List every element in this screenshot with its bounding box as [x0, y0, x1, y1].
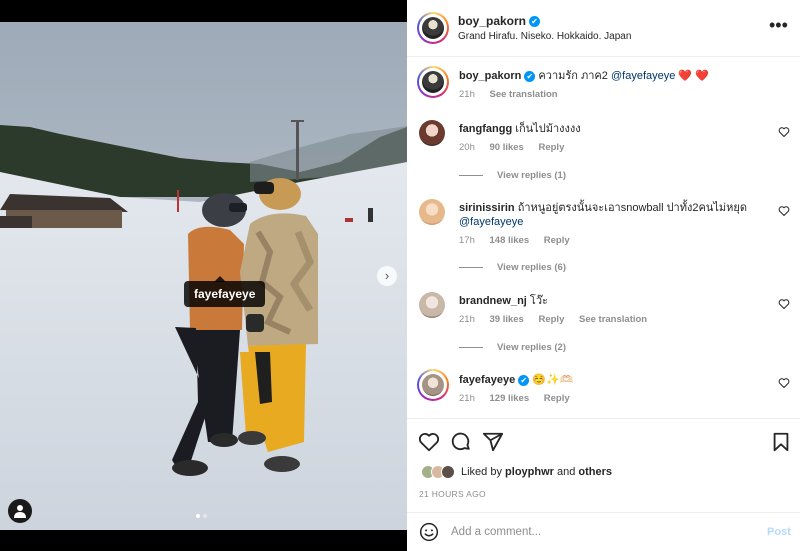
- comment-text: โว๊ะ: [529, 295, 548, 307]
- comments-list[interactable]: boy_pakorn ✔ ความรัก ภาค2 @fayefayeye ❤️ …: [407, 58, 800, 418]
- heart-icon[interactable]: [778, 377, 790, 389]
- post-header: boy_pakorn ✔ Grand Hirafu. Niseko. Hokkai…: [407, 0, 800, 57]
- heart-icon[interactable]: [418, 431, 440, 453]
- view-replies-button[interactable]: View replies (1): [459, 170, 566, 181]
- verified-icon: ✔: [524, 70, 536, 82]
- verified-icon: ✔: [518, 374, 530, 386]
- post-timestamp[interactable]: 21 HOURS AGO: [419, 489, 486, 499]
- view-replies-button[interactable]: View replies (2): [459, 342, 566, 353]
- comment-username[interactable]: fayefayeye: [459, 374, 515, 386]
- more-icon[interactable]: •••: [769, 16, 788, 34]
- post-location[interactable]: Grand Hirafu. Niseko. Hokkaido. Japan: [458, 31, 631, 42]
- caption-time[interactable]: 21h: [459, 89, 475, 100]
- caption-mention[interactable]: @fayefayeye: [611, 70, 675, 82]
- reply-button[interactable]: Reply: [544, 393, 570, 404]
- post-media: fayefayeye ›: [0, 0, 407, 551]
- author-username-text[interactable]: boy_pakorn: [458, 14, 526, 28]
- comment-time[interactable]: 21h: [459, 393, 475, 404]
- comment-mention[interactable]: @fayefayeye: [459, 216, 523, 228]
- post-side-panel: boy_pakorn ✔ Grand Hirafu. Niseko. Hokkai…: [407, 0, 800, 551]
- share-icon[interactable]: [482, 431, 504, 453]
- next-media-button[interactable]: ›: [377, 266, 397, 286]
- heart-icon[interactable]: [778, 126, 790, 138]
- reply-button[interactable]: Reply: [544, 235, 570, 246]
- liked-and-label: and: [557, 466, 576, 478]
- comment-avatar[interactable]: [419, 120, 445, 146]
- comment-see-translation[interactable]: See translation: [579, 314, 647, 325]
- reply-button[interactable]: Reply: [538, 314, 564, 325]
- comment-avatar[interactable]: [417, 369, 449, 401]
- view-replies-button[interactable]: View replies (6): [459, 262, 566, 273]
- comment-likes[interactable]: 148 likes: [490, 235, 530, 246]
- bookmark-icon[interactable]: [770, 431, 792, 453]
- carousel-dot: [203, 514, 207, 518]
- user-tag-label[interactable]: fayefayeye: [184, 276, 266, 307]
- comment-text: ถ้าหนูอยู่ตรงนั้นจะเอาsnowball ปาทั้ง2คน…: [517, 202, 747, 214]
- chevron-right-icon: ›: [384, 268, 390, 283]
- likes-summary[interactable]: Liked by ployphwr and others: [421, 463, 612, 481]
- comment-icon[interactable]: [450, 431, 472, 453]
- liker-avatar: [441, 465, 455, 479]
- carousel-indicator: [196, 514, 207, 518]
- reply-button[interactable]: Reply: [538, 142, 564, 153]
- author-avatar[interactable]: [417, 12, 449, 44]
- caption-hearts: ❤️ ❤️: [678, 70, 709, 82]
- verified-icon: ✔: [529, 16, 541, 28]
- heart-icon[interactable]: [778, 205, 790, 217]
- carousel-dot-active: [196, 514, 200, 518]
- comment-time[interactable]: 17h: [459, 235, 475, 246]
- heart-icon[interactable]: [778, 298, 790, 310]
- user-tag-icon: [14, 505, 26, 518]
- comment-username[interactable]: brandnew_nj: [459, 295, 527, 307]
- comment-username[interactable]: sirinissirin: [459, 202, 515, 214]
- caption-avatar[interactable]: [417, 66, 449, 98]
- comment-avatar[interactable]: [419, 199, 445, 225]
- caption-username[interactable]: boy_pakorn: [459, 70, 521, 82]
- comment-username[interactable]: fangfangg: [459, 123, 512, 135]
- add-comment-bar: Post: [407, 512, 800, 551]
- liked-by-label: Liked by: [461, 466, 502, 478]
- user-tags-button[interactable]: [8, 499, 32, 523]
- comment-avatar[interactable]: [419, 292, 445, 318]
- caption-see-translation[interactable]: See translation: [490, 89, 558, 100]
- liked-others[interactable]: others: [578, 466, 612, 478]
- emoji-icon[interactable]: [419, 522, 439, 542]
- comment-text: ☺️✨🫶🏻: [532, 374, 574, 386]
- comment-text: เก็นไปม้างงงง: [515, 123, 581, 135]
- comment-likes[interactable]: 90 likes: [490, 142, 524, 153]
- caption-text: ความรัก ภาค2: [538, 70, 608, 82]
- comment-likes[interactable]: 39 likes: [490, 314, 524, 325]
- comment-time[interactable]: 20h: [459, 142, 475, 153]
- comment-time[interactable]: 21h: [459, 314, 475, 325]
- comment-input[interactable]: [451, 522, 751, 542]
- post-actions: Liked by ployphwr and others 21 HOURS AG…: [407, 418, 800, 512]
- post-comment-button[interactable]: Post: [767, 526, 791, 538]
- author-username[interactable]: boy_pakorn ✔: [458, 14, 541, 28]
- comment-likes[interactable]: 129 likes: [490, 393, 530, 404]
- post-photo[interactable]: [0, 22, 407, 530]
- liked-by-user[interactable]: ployphwr: [505, 466, 554, 478]
